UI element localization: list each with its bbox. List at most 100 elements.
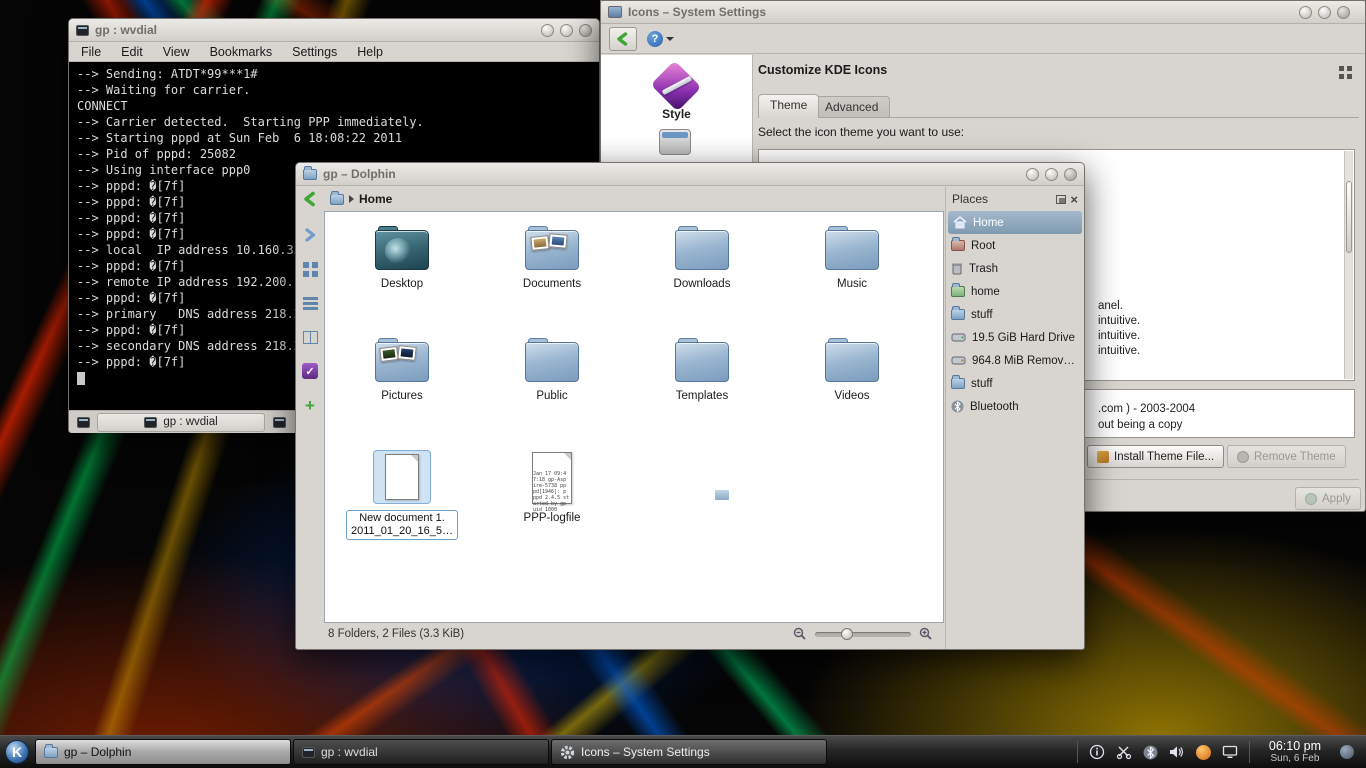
install-theme-button[interactable]: Install Theme File... xyxy=(1087,445,1224,468)
apply-label: Apply xyxy=(1322,493,1351,505)
places-item-hard-drive[interactable]: 19.5 GiB Hard Drive xyxy=(946,326,1084,349)
bluetooth-tray-icon[interactable] xyxy=(1143,745,1158,760)
places-item-removable[interactable]: 964.8 MiB Remov… xyxy=(946,349,1084,372)
plus-icon: + xyxy=(305,397,315,414)
close-button[interactable] xyxy=(1337,6,1350,19)
maximize-button[interactable] xyxy=(1318,6,1331,19)
menu-settings[interactable]: Settings xyxy=(292,45,337,59)
menu-bookmarks[interactable]: Bookmarks xyxy=(210,45,273,59)
places-item-trash[interactable]: Trash xyxy=(946,257,1084,280)
compact-view-icon xyxy=(303,297,318,310)
maximize-button[interactable] xyxy=(1045,168,1058,181)
folder-item[interactable]: Templates xyxy=(627,332,777,444)
folder-item[interactable]: Music xyxy=(777,220,927,332)
install-theme-label: Install Theme File... xyxy=(1114,451,1214,463)
file-item[interactable]: Jan 17 09:4 7:18 gp-Asp ire-5738 pp pd[1… xyxy=(477,444,627,556)
volume-icon[interactable] xyxy=(1169,745,1185,759)
sidebar-item-style[interactable]: Style xyxy=(601,55,752,155)
settings-titlebar[interactable]: Icons – System Settings xyxy=(601,1,1365,24)
dolphin-titlebar[interactable]: gp – Dolphin xyxy=(296,163,1084,186)
places-header[interactable]: Places × xyxy=(946,187,1084,211)
terminal-tab[interactable]: gp : wvdial xyxy=(97,413,265,432)
forward-button[interactable] xyxy=(300,225,320,245)
zoom-slider[interactable] xyxy=(815,632,911,637)
menu-edit[interactable]: Edit xyxy=(121,45,143,59)
folder-icon xyxy=(951,309,965,320)
folder-icon xyxy=(951,378,965,389)
details-view-icon xyxy=(303,331,318,344)
view-options-icon[interactable] xyxy=(1338,65,1353,80)
zoom-in-icon[interactable] xyxy=(919,627,933,641)
terminal-titlebar[interactable]: gp : wvdial xyxy=(69,19,599,42)
minimize-button[interactable] xyxy=(1299,6,1312,19)
zoom-out-icon[interactable] xyxy=(793,627,807,641)
klipper-scissors-icon[interactable] xyxy=(1116,744,1132,760)
device-notifier-icon[interactable] xyxy=(1222,745,1238,759)
clock-time: 06:10 pm xyxy=(1269,739,1321,753)
help-button[interactable]: ? xyxy=(647,31,674,47)
panel-settings-icon[interactable] xyxy=(1340,745,1354,759)
places-item-home-dir[interactable]: home xyxy=(946,280,1084,303)
new-tab-button[interactable] xyxy=(73,413,93,432)
terminal-line: --> Pid of pppd: 25082 xyxy=(77,146,591,162)
places-item-home[interactable]: Home xyxy=(948,211,1082,234)
folder-label: Documents xyxy=(523,278,581,290)
folder-item[interactable]: Pictures xyxy=(327,332,477,444)
maximize-button[interactable] xyxy=(560,24,573,37)
menu-file[interactable]: File xyxy=(81,45,101,59)
close-panel-icon[interactable]: × xyxy=(1070,192,1078,207)
tab-theme[interactable]: Theme xyxy=(758,94,819,118)
secondary-category-icon[interactable] xyxy=(659,129,691,155)
folder-item[interactable]: Documents xyxy=(477,220,627,332)
taskbar-item-wvdial[interactable]: gp : wvdial xyxy=(293,739,549,765)
split-view-button[interactable] xyxy=(269,413,289,432)
compact-view-button[interactable] xyxy=(300,293,320,313)
status-text: 8 Folders, 2 Files (3.3 KiB) xyxy=(328,628,464,640)
updates-tray-icon[interactable] xyxy=(1196,745,1211,760)
close-button[interactable] xyxy=(1064,168,1077,181)
back-button[interactable] xyxy=(296,191,324,207)
folder-item[interactable]: Downloads xyxy=(627,220,777,332)
breadcrumb-root-icon[interactable] xyxy=(330,194,344,205)
split-view-button[interactable]: + xyxy=(300,395,320,415)
tab-advanced[interactable]: Advanced xyxy=(813,96,890,118)
menu-help[interactable]: Help xyxy=(357,45,383,59)
icons-view-button[interactable] xyxy=(300,259,320,279)
app-launcher-button[interactable]: K xyxy=(0,736,34,768)
folder-view[interactable]: Desktop Documents Downloads Music xyxy=(324,211,944,623)
folder-item[interactable]: Videos xyxy=(777,332,927,444)
clock[interactable]: 06:10 pm Sun, 6 Feb xyxy=(1261,739,1329,765)
notifications-icon[interactable] xyxy=(1089,744,1105,760)
folder-item[interactable]: Public xyxy=(477,332,627,444)
minimize-button[interactable] xyxy=(541,24,554,37)
breadcrumb[interactable]: Home xyxy=(359,192,392,206)
minimize-button[interactable] xyxy=(1026,168,1039,181)
back-button[interactable] xyxy=(609,27,637,51)
zoom-slider-handle[interactable] xyxy=(841,628,853,640)
folder-icon-downloads xyxy=(675,226,729,270)
style-icon xyxy=(657,69,695,103)
places-item-stuff[interactable]: stuff xyxy=(946,303,1084,326)
folder-label: Pictures xyxy=(381,390,423,402)
menu-view[interactable]: View xyxy=(163,45,190,59)
taskbar-item-system-settings[interactable]: Icons – System Settings xyxy=(551,739,827,765)
close-button[interactable] xyxy=(579,24,592,37)
places-panel-title: Places xyxy=(952,192,1052,206)
places-item-stuff-2[interactable]: stuff xyxy=(946,372,1084,395)
details-view-button[interactable] xyxy=(300,327,320,347)
apply-button: Apply xyxy=(1295,487,1361,510)
terminal-menubar: File Edit View Bookmarks Settings Help xyxy=(69,42,599,62)
float-panel-icon[interactable] xyxy=(1056,195,1066,204)
scrollbar[interactable] xyxy=(1344,151,1353,379)
taskbar-item-dolphin[interactable]: gp – Dolphin xyxy=(35,739,291,765)
preview-toggle-button[interactable]: ✓ xyxy=(300,361,320,381)
theme-list-text-fragment: intuitive. xyxy=(1098,315,1140,327)
folder-item[interactable]: Desktop xyxy=(327,220,477,332)
dolphin-statusbar: 8 Folders, 2 Files (3.3 KiB) xyxy=(296,621,943,647)
terminal-title: gp : wvdial xyxy=(95,23,157,37)
folder-icon-videos xyxy=(825,338,879,382)
places-item-bluetooth[interactable]: Bluetooth xyxy=(946,395,1084,418)
terminal-line: --> Starting pppd at Sun Feb 6 18:08:22 … xyxy=(77,130,591,146)
file-item-selected[interactable]: New document 1. 2011_01_20_16_5… xyxy=(327,444,477,556)
places-item-root[interactable]: Root xyxy=(946,234,1084,257)
